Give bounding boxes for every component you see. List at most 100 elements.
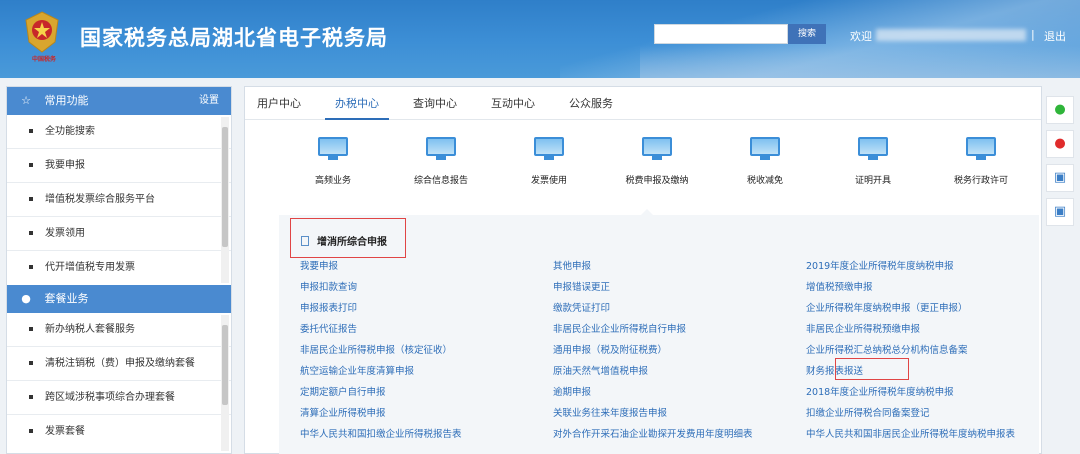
category-declaration[interactable]: 税费申报及缴纳 xyxy=(612,137,702,186)
sidebar-item[interactable]: 清税注销税（费）申报及缴纳套餐 xyxy=(7,347,231,381)
link-item[interactable]: 委托代征报告 xyxy=(300,321,357,335)
link-item[interactable]: 申报错误更正 xyxy=(553,279,610,293)
link-item[interactable]: 非居民企业所得税预缴申报 xyxy=(806,321,920,335)
link-item[interactable]: 我要申报 xyxy=(300,258,338,272)
sub-panel-title: 增消所综合申报 xyxy=(301,233,387,248)
link-item[interactable]: 申报报表打印 xyxy=(300,300,357,314)
sidebar-item[interactable]: 新办纳税人套餐服务 xyxy=(7,313,231,347)
bullet-icon xyxy=(29,429,33,433)
sidebar-item-label: 发票领用 xyxy=(45,228,85,239)
tab-interaction-center[interactable]: 互动中心 xyxy=(491,87,535,120)
bullet-icon xyxy=(29,163,33,167)
link-item[interactable]: 其他申报 xyxy=(553,258,591,272)
weibo-icon[interactable]: ● xyxy=(1046,130,1074,158)
link-item[interactable]: 通用申报（税及附征税费） xyxy=(553,342,667,356)
monitor-icon xyxy=(966,137,996,160)
category-info-report[interactable]: 综合信息报告 xyxy=(396,137,486,186)
link-item[interactable]: 企业所得税汇总纳税总分机构信息备案 xyxy=(806,342,968,356)
category-label: 税收减免 xyxy=(746,176,783,186)
sidebar-section-title: 套餐业务 xyxy=(44,292,89,305)
search-button[interactable]: 搜索 xyxy=(788,24,826,44)
link-item[interactable]: 中华人民共和国非居民企业所得税年度纳税申报表 xyxy=(806,426,1015,440)
link-item[interactable]: 非居民企业企业所得税自行申报 xyxy=(553,321,686,335)
link-item[interactable]: 缴款凭证打印 xyxy=(553,300,610,314)
sidebar: ☆ 常用功能 设置 全功能搜索 我要申报 增值税发票综合服务平台 发票领用 代开… xyxy=(6,86,232,454)
category-row: 高频业务 综合信息报告 发票使用 税费申报及缴纳 税收减免 证明开具 税务行政许… xyxy=(245,137,1043,207)
highlight-box-financial-report xyxy=(835,358,909,380)
tab-query-center[interactable]: 查询中心 xyxy=(413,87,457,120)
wechat-icon[interactable]: ● xyxy=(1046,96,1074,124)
link-item[interactable]: 中华人民共和国扣缴企业所得税报告表 xyxy=(300,426,462,440)
sidebar-item[interactable]: 发票领用 xyxy=(7,217,231,251)
link-item[interactable]: 逾期申报 xyxy=(553,384,591,398)
tab-tax-center[interactable]: 办税中心 xyxy=(335,87,379,120)
app-icon[interactable]: ▣ xyxy=(1046,164,1074,192)
bullet-icon xyxy=(29,231,33,235)
site-header: 中国税务 国家税务总局湖北省电子税务局 搜索 欢迎 | 退出 xyxy=(0,0,1080,78)
sidebar-item-label: 清税注销税（费）申报及缴纳套餐 xyxy=(45,358,195,369)
link-item[interactable]: 关联业务往来年度报告申报 xyxy=(553,405,667,419)
bullet-icon xyxy=(29,327,33,331)
great-wall-decoration xyxy=(640,46,1080,78)
sidebar-item[interactable]: 代开增值税专用发票 xyxy=(7,251,231,285)
link-item[interactable]: 非居民企业所得税申报（核定征收） xyxy=(300,342,452,356)
scrollbar-thumb[interactable] xyxy=(222,127,228,247)
logout-link[interactable]: 退出 xyxy=(1044,28,1066,44)
globe-icon: ● xyxy=(21,292,31,305)
sidebar-section-packages[interactable]: ● 套餐业务 xyxy=(7,285,231,313)
link-item[interactable]: 航空运输企业年度清算申报 xyxy=(300,363,414,377)
sub-panel-title-text: 增消所综合申报 xyxy=(317,237,387,248)
settings-link[interactable]: 设置 xyxy=(199,87,219,115)
sidebar-item[interactable]: 我要申报 xyxy=(7,149,231,183)
tab-user-center[interactable]: 用户中心 xyxy=(257,87,301,120)
sidebar-item[interactable]: 全功能搜索 xyxy=(7,115,231,149)
app-icon[interactable]: ▣ xyxy=(1046,198,1074,226)
link-item[interactable]: 清算企业所得税申报 xyxy=(300,405,386,419)
sidebar-item[interactable]: 跨区域涉税事项综合办理套餐 xyxy=(7,381,231,415)
link-item[interactable]: 申报扣款查询 xyxy=(300,279,357,293)
sub-panel: 增消所综合申报 我要申报 申报扣款查询 申报报表打印 委托代征报告 非居民企业所… xyxy=(279,215,1039,454)
category-tax-relief[interactable]: 税收减免 xyxy=(720,137,810,186)
category-label: 证明开具 xyxy=(854,176,891,186)
sidebar-item-label: 我要申报 xyxy=(45,160,85,171)
sidebar-item[interactable]: 发票套餐 xyxy=(7,415,231,449)
welcome-text: 欢迎 xyxy=(850,30,872,43)
sidebar-section-common[interactable]: ☆ 常用功能 设置 xyxy=(7,87,231,115)
emblem-caption: 中国税务 xyxy=(31,56,56,63)
bullet-icon xyxy=(29,265,33,269)
category-label: 发票使用 xyxy=(530,176,567,186)
bullet-icon xyxy=(29,129,33,133)
sidebar-scrollbar[interactable] xyxy=(221,117,229,283)
category-certificate[interactable]: 证明开具 xyxy=(828,137,918,186)
tab-public-service[interactable]: 公众服务 xyxy=(569,87,613,120)
search-input[interactable] xyxy=(654,24,788,44)
scrollbar-thumb[interactable] xyxy=(222,325,228,405)
sidebar-item-label: 增值税发票综合服务平台 xyxy=(45,194,155,205)
tax-emblem-icon xyxy=(25,11,59,53)
link-item[interactable]: 对外合作开采石油企业勘探开发费用年度明细表 xyxy=(553,426,753,440)
link-item[interactable]: 增值税预缴申报 xyxy=(806,279,873,293)
bullet-icon xyxy=(29,395,33,399)
monitor-icon xyxy=(858,137,888,160)
monitor-icon xyxy=(318,137,348,160)
monitor-icon xyxy=(534,137,564,160)
category-admin-license[interactable]: 税务行政许可 xyxy=(936,137,1026,186)
link-item[interactable]: 2019年度企业所得税年度纳税申报 xyxy=(806,258,954,272)
top-tabs: 用户中心 办税中心 查询中心 互动中心 公众服务 xyxy=(245,87,1041,120)
category-invoice[interactable]: 发票使用 xyxy=(504,137,594,186)
monitor-icon xyxy=(426,137,456,160)
sidebar-scrollbar[interactable] xyxy=(221,315,229,451)
category-label: 税务行政许可 xyxy=(953,176,1008,186)
link-item[interactable]: 企业所得税年度纳税申报（更正申报） xyxy=(806,300,968,314)
link-item[interactable]: 原油天然气增值税申报 xyxy=(553,363,648,377)
sidebar-item-label: 全功能搜索 xyxy=(45,126,95,137)
sidebar-item-label: 新办纳税人套餐服务 xyxy=(45,324,135,335)
link-item[interactable]: 扣缴企业所得税合同备案登记 xyxy=(806,405,930,419)
main-panel: 用户中心 办税中心 查询中心 互动中心 公众服务 高频业务 综合信息报告 发票使… xyxy=(244,86,1042,454)
sidebar-section-title: 常用功能 xyxy=(44,94,89,107)
sidebar-item[interactable]: 增值税发票综合服务平台 xyxy=(7,183,231,217)
link-item[interactable]: 定期定额户自行申报 xyxy=(300,384,386,398)
category-high-frequency[interactable]: 高频业务 xyxy=(288,137,378,186)
link-item[interactable]: 2018年度企业所得税年度纳税申报 xyxy=(806,384,954,398)
sidebar-list-packages: 新办纳税人套餐服务 清税注销税（费）申报及缴纳套餐 跨区域涉税事项综合办理套餐 … xyxy=(7,313,231,453)
